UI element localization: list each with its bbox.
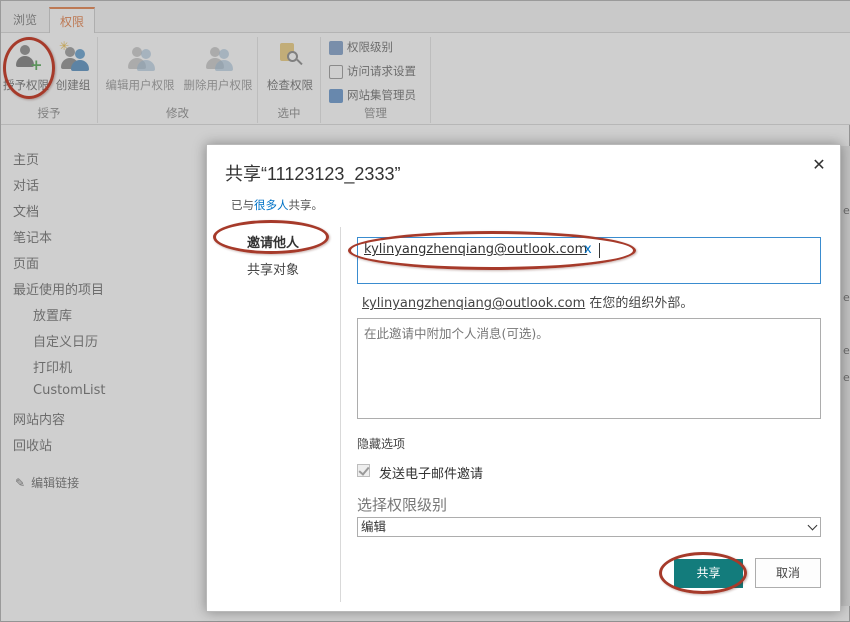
external-email: kylinyangzhenqiang@outlook.com xyxy=(362,296,586,311)
send-email-label: 发送电子邮件邀请 xyxy=(379,467,484,482)
shared-with-summary: 已与很多人共享。 xyxy=(231,197,323,213)
chevron-down-icon xyxy=(807,520,818,531)
close-icon[interactable]: ✕ xyxy=(810,155,828,174)
share-button[interactable]: 共享 xyxy=(674,559,743,588)
tab-invite-people[interactable]: 邀请他人 xyxy=(247,232,299,251)
personal-message-input[interactable] xyxy=(357,318,821,419)
shared-with-many-link[interactable]: 很多人 xyxy=(254,198,289,212)
shared-prefix: 已与 xyxy=(231,198,254,212)
permission-level-value: 编辑 xyxy=(361,519,387,534)
cancel-button[interactable]: 取消 xyxy=(755,558,821,588)
share-dialog: 共享“11123123_2333” ✕ 已与很多人共享。 邀请他人 共享对象 k… xyxy=(206,144,841,612)
send-email-checkbox[interactable] xyxy=(357,464,370,477)
dialog-title: 共享“11123123_2333” xyxy=(225,164,401,184)
external-note-text: 在您的组织外部。 xyxy=(589,296,694,311)
shared-suffix: 共享。 xyxy=(288,198,324,212)
external-user-warning: kylinyangzhenqiang@outlook.com 在您的组织外部。 xyxy=(362,292,693,311)
permission-level-select[interactable]: 编辑 xyxy=(357,517,821,537)
dialog-nav-divider xyxy=(340,227,341,602)
invite-people-input[interactable]: kylinyangzhenqiang@outlook.com x xyxy=(357,237,821,284)
invitee-chip: kylinyangzhenqiang@outlook.com xyxy=(364,242,588,257)
remove-invitee-icon[interactable]: x xyxy=(584,242,592,257)
hide-options-link[interactable]: 隐藏选项 xyxy=(357,435,405,452)
permission-level-label: 选择权限级别 xyxy=(357,496,448,514)
text-caret xyxy=(599,243,600,258)
tab-shared-with[interactable]: 共享对象 xyxy=(247,259,299,278)
